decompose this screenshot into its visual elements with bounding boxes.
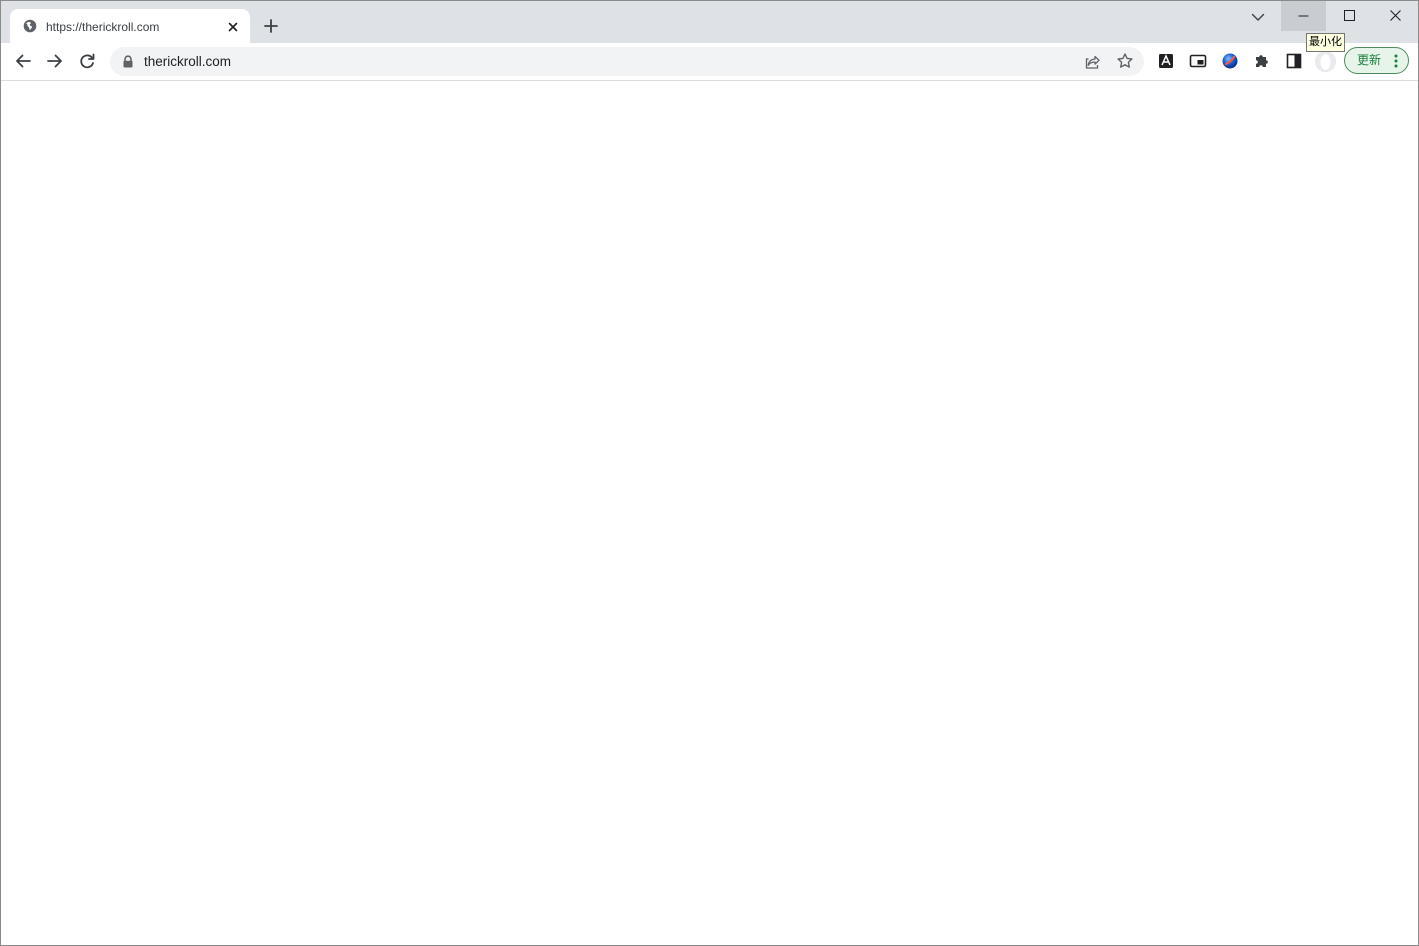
- side-panel-icon[interactable]: [1285, 52, 1303, 70]
- minimize-button[interactable]: [1281, 1, 1326, 31]
- arrow-right-icon[interactable]: [44, 50, 66, 72]
- globe-icon: [23, 19, 37, 33]
- share-icon[interactable]: [1084, 53, 1102, 71]
- profile-avatar[interactable]: [1315, 51, 1336, 72]
- page-content[interactable]: [1, 81, 1418, 945]
- update-button[interactable]: 更新: [1344, 47, 1409, 74]
- close-icon: [1390, 10, 1401, 21]
- maximize-icon: [1344, 10, 1355, 21]
- browser-toolbar: therickroll.com 更新: [1, 43, 1418, 81]
- window-close-button[interactable]: [1373, 1, 1418, 31]
- kebab-menu-icon: [1394, 54, 1398, 68]
- minimize-icon: [1298, 15, 1309, 17]
- update-label: 更新: [1357, 53, 1382, 67]
- picture-in-picture-icon[interactable]: [1189, 52, 1207, 70]
- plus-icon[interactable]: [260, 15, 282, 37]
- tab-title: https://therickroll.com: [46, 20, 160, 34]
- extension-a-icon[interactable]: [1157, 52, 1175, 70]
- url-text[interactable]: therickroll.com: [144, 53, 231, 70]
- chevron-down-icon[interactable]: [1247, 6, 1269, 28]
- close-icon[interactable]: [225, 19, 241, 35]
- arrow-left-icon[interactable]: [12, 50, 34, 72]
- tab-strip: https://therickroll.com: [1, 1, 1418, 43]
- address-bar[interactable]: therickroll.com: [110, 47, 1144, 76]
- browser-window: https://therickroll.com 最小化 therickroll.…: [0, 0, 1419, 946]
- maximize-button[interactable]: [1327, 1, 1372, 31]
- avatar-icon: [1315, 51, 1336, 72]
- lock-icon[interactable]: [122, 55, 134, 68]
- reload-icon[interactable]: [76, 50, 98, 72]
- extension-sphere-icon[interactable]: [1221, 52, 1239, 70]
- tab-active[interactable]: https://therickroll.com: [10, 9, 250, 43]
- star-icon[interactable]: [1116, 52, 1134, 70]
- puzzle-icon[interactable]: [1253, 52, 1271, 70]
- minimize-tooltip: 最小化: [1306, 33, 1345, 52]
